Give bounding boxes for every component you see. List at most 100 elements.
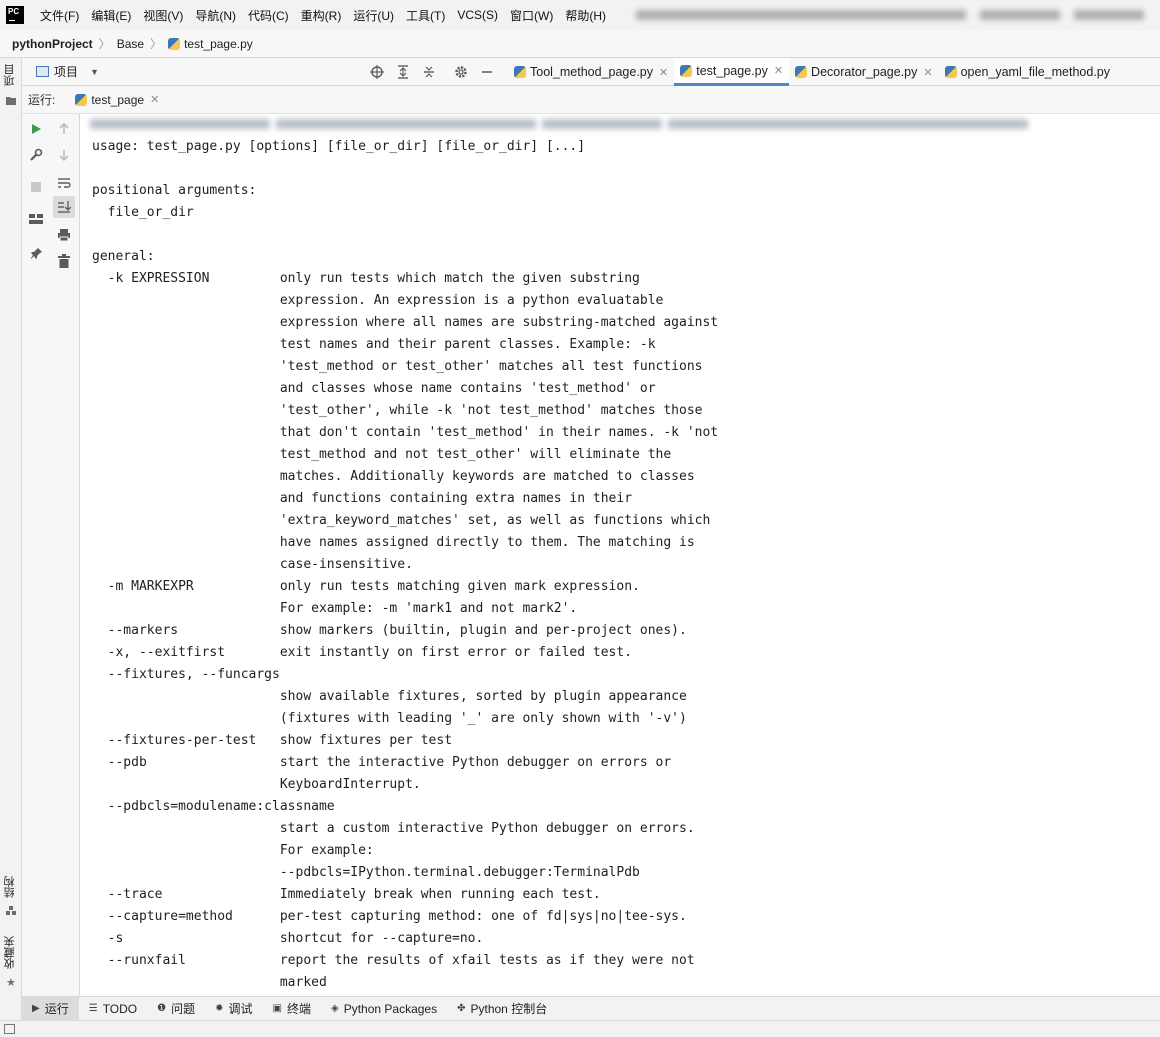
console-line: test names and their parent classes. Exa… <box>92 337 656 352</box>
status-window-icon[interactable] <box>4 1024 15 1034</box>
close-icon[interactable]: ✕ <box>150 93 159 106</box>
soft-wrap-icon[interactable] <box>55 174 73 192</box>
star-icon: ★ <box>6 977 16 989</box>
console-line: 'test_method or test_other' matches all … <box>92 359 703 374</box>
menu-edit[interactable]: 编辑(E) <box>85 7 137 24</box>
menu-file[interactable]: 文件(F) <box>34 7 85 24</box>
minimize-icon[interactable] <box>478 63 496 81</box>
editor-tabs: Tool_method_page.py ✕ test_page.py ✕ Dec… <box>508 58 1116 86</box>
bottom-tab-label: Python 控制台 <box>470 1002 548 1016</box>
menu-help[interactable]: 帮助(H) <box>559 7 612 24</box>
menu-tools[interactable]: 工具(T) <box>400 7 451 24</box>
rerun-icon[interactable] <box>27 120 45 138</box>
print-icon[interactable] <box>55 226 73 244</box>
editor-toolbar: 项目 ▼ Tool_method_page.py ✕ test_page.py … <box>22 58 1160 86</box>
vtab-project[interactable]: 项目 <box>2 64 18 86</box>
console-line: For example: -m 'mark1 and not mark2'. <box>92 601 578 616</box>
console-line: expression. An expression is a python ev… <box>92 293 664 308</box>
bottom-tab-todo[interactable]: ☰ TODO <box>79 997 147 1021</box>
console-line: --fixtures, --funcargs <box>92 667 280 682</box>
command-line-blurred <box>90 118 1090 132</box>
python-file-icon <box>795 66 808 78</box>
info-icon: ❶ <box>157 1003 167 1014</box>
run-panel-label: 运行: <box>28 93 56 107</box>
console-line: that don't contain 'test_method' in thei… <box>92 425 719 440</box>
run-tab-test-page[interactable]: test_page ✕ <box>75 93 159 107</box>
menu-window[interactable]: 窗口(W) <box>504 7 559 24</box>
wrench-icon[interactable] <box>27 146 45 164</box>
console-line: start a custom interactive Python debugg… <box>92 821 695 836</box>
window-title-blurred <box>636 10 1145 20</box>
expand-all-icon[interactable] <box>394 63 412 81</box>
trash-icon[interactable] <box>55 252 73 270</box>
bottom-tab-python-console[interactable]: ✤ Python 控制台 <box>447 997 557 1021</box>
breadcrumb-project[interactable]: pythonProject <box>12 37 93 51</box>
run-panel-header: 运行: test_page ✕ <box>22 86 1160 114</box>
console-line: and functions containing extra names in … <box>92 491 633 506</box>
breadcrumb-separator: 〉 <box>150 37 163 51</box>
console-line: 'extra_keyword_matches' set, as well as … <box>92 513 711 528</box>
breadcrumb-folder[interactable]: Base <box>117 37 144 51</box>
menu-navigate[interactable]: 导航(N) <box>189 7 242 24</box>
tab-decorator-page[interactable]: Decorator_page.py ✕ <box>789 58 939 86</box>
scroll-to-end-icon[interactable] <box>53 196 75 218</box>
arrow-up-icon[interactable] <box>55 120 73 138</box>
breadcrumb-separator: 〉 <box>98 37 111 51</box>
tab-test-page[interactable]: test_page.py ✕ <box>674 58 790 86</box>
tab-label: test_page.py <box>696 63 768 78</box>
bottom-tab-problems[interactable]: ❶ 问题 <box>147 997 205 1021</box>
pycharm-logo-icon: PC <box>6 6 24 24</box>
menu-run[interactable]: 运行(U) <box>347 7 400 24</box>
console-line: and classes whose name contains 'test_me… <box>92 381 656 396</box>
console-line: have names assigned directly to them. Th… <box>92 535 695 550</box>
collapse-all-icon[interactable] <box>420 63 438 81</box>
left-tool-strip: 项目 结构 收藏夹 ★ <box>0 58 22 1020</box>
python-file-icon <box>944 66 957 78</box>
python-file-icon <box>75 93 88 106</box>
console-line: case-insensitive. <box>92 557 413 572</box>
bottom-tab-label: 问题 <box>171 1002 196 1016</box>
project-panel-label[interactable]: 项目 <box>54 63 78 80</box>
console-line: matches. Additionally keywords are match… <box>92 469 695 484</box>
menu-code[interactable]: 代码(C) <box>242 7 295 24</box>
tab-tool-method-page[interactable]: Tool_method_page.py ✕ <box>508 58 674 86</box>
python-file-icon <box>168 37 181 50</box>
console-line: usage: test_page.py [options] [file_or_d… <box>92 139 586 154</box>
bottom-tab-python-packages[interactable]: ◈ Python Packages <box>321 997 447 1021</box>
bug-icon: ✹ <box>215 1003 224 1014</box>
console-line: --trace Immediately break when running e… <box>92 887 601 902</box>
chevron-down-icon[interactable]: ▼ <box>90 67 99 77</box>
close-icon[interactable]: ✕ <box>659 66 668 79</box>
console-line: marked <box>92 975 327 990</box>
close-icon[interactable]: ✕ <box>923 66 932 79</box>
arrow-down-icon[interactable] <box>55 146 73 164</box>
console-line: For example: <box>92 843 374 858</box>
console-line: 'test_other', while -k 'not test_method'… <box>92 403 703 418</box>
console-line: show available fixtures, sorted by plugi… <box>92 689 687 704</box>
breadcrumb: pythonProject 〉 Base 〉 test_page.py <box>0 30 1160 58</box>
gear-icon[interactable] <box>452 63 470 81</box>
vtab-structure[interactable]: 结构 <box>2 876 18 898</box>
tab-open-yaml-file-method[interactable]: open_yaml_file_method.py <box>939 58 1116 86</box>
pin-icon[interactable] <box>27 244 45 262</box>
vtab-favorites[interactable]: 收藏夹 <box>2 936 18 969</box>
run-console[interactable]: usage: test_page.py [options] [file_or_d… <box>80 114 1160 996</box>
close-icon[interactable]: ✕ <box>774 64 783 77</box>
status-bar <box>0 1020 1160 1037</box>
bottom-tab-run[interactable]: ▶ 运行 <box>22 996 79 1021</box>
stop-icon[interactable] <box>27 178 45 196</box>
menu-view[interactable]: 视图(V) <box>137 7 189 24</box>
layout-icon[interactable] <box>27 210 45 228</box>
bottom-tab-debug[interactable]: ✹ 调试 <box>205 997 262 1021</box>
console-line: (fixtures with leading '_' are only show… <box>92 711 687 726</box>
menu-vcs[interactable]: VCS(S) <box>451 8 504 22</box>
tab-label: open_yaml_file_method.py <box>960 65 1110 79</box>
bottom-tab-terminal[interactable]: ▣ 终端 <box>263 997 321 1021</box>
locate-icon[interactable] <box>368 63 386 81</box>
breadcrumb-file[interactable]: test_page.py <box>184 37 253 51</box>
console-line: --runxfail report the results of xfail t… <box>92 953 695 968</box>
menu-refactor[interactable]: 重构(R) <box>295 7 348 24</box>
console-output: usage: test_page.py [options] [file_or_d… <box>92 136 718 994</box>
project-window-icon <box>36 66 49 77</box>
